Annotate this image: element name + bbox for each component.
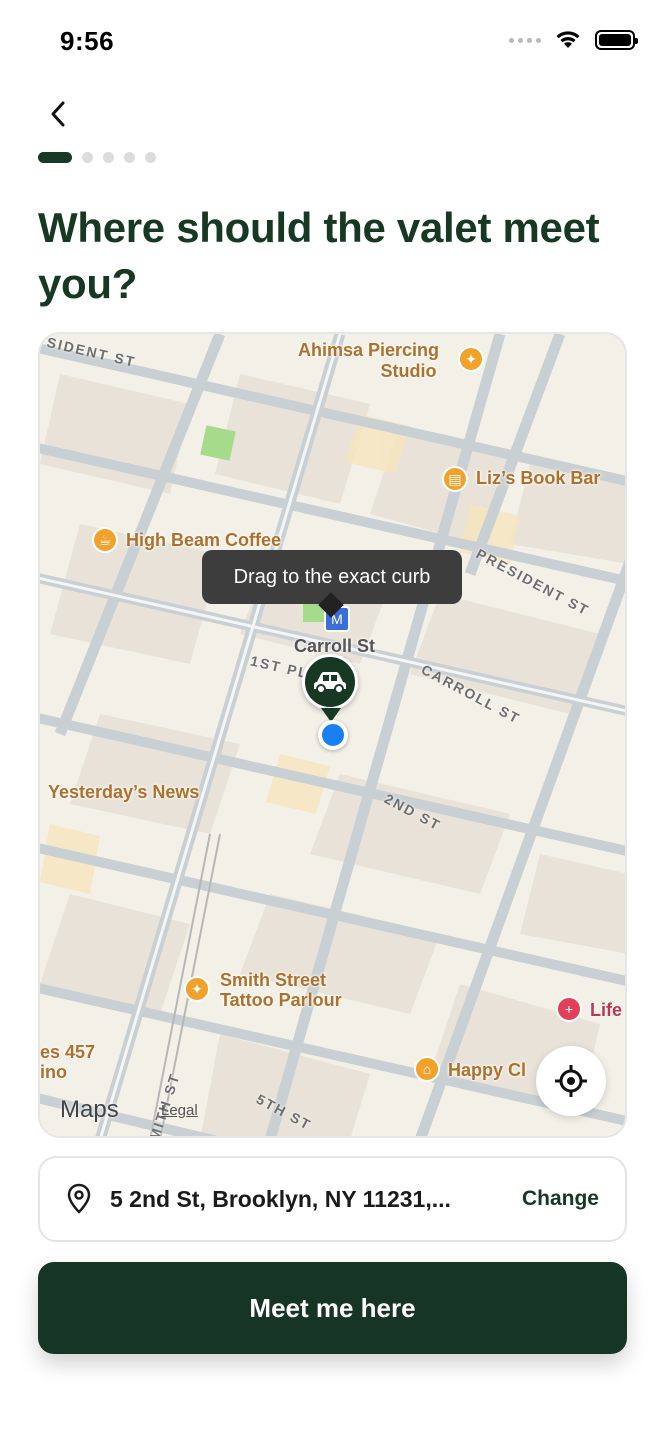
poi-life[interactable]: Life <box>590 1000 622 1021</box>
poi-lizs-book-bar[interactable]: Liz’s Book Bar <box>476 468 600 489</box>
tattoo-icon: ✦ <box>458 346 484 372</box>
status-icons <box>509 30 638 50</box>
chevron-left-icon <box>51 101 65 127</box>
location-pin-icon <box>67 1183 91 1214</box>
address-field[interactable]: 5 2nd St, Brooklyn, NY 11231,... Change <box>38 1156 627 1242</box>
progress-step <box>82 152 93 163</box>
progress-step <box>124 152 135 163</box>
map-view[interactable]: SIDENT ST PRESIDENT ST 1ST PL CARROLL ST… <box>38 332 627 1138</box>
poi-ahimsa-piercing[interactable]: Ahimsa Piercing Studio <box>298 340 439 382</box>
address-text: 5 2nd St, Brooklyn, NY 11231,... <box>110 1185 451 1212</box>
drag-tooltip: Drag to the exact curb <box>202 550 462 604</box>
poi-high-beam-coffee[interactable]: High Beam Coffee <box>126 530 281 551</box>
status-time: 9:56 <box>60 26 115 56</box>
cellular-signal-icon <box>509 37 541 43</box>
step-progress-indicator <box>38 152 156 163</box>
legal-link[interactable]: Legal <box>161 1102 198 1119</box>
poi-es-457[interactable]: es 457 ino <box>40 1042 95 1082</box>
status-bar: 9:56 <box>0 0 665 86</box>
change-address-button[interactable]: Change <box>522 1187 599 1211</box>
crosshair-icon <box>555 1065 587 1097</box>
valet-pin[interactable] <box>302 654 358 710</box>
progress-step <box>145 152 156 163</box>
recenter-button[interactable] <box>536 1046 606 1116</box>
meet-me-here-button[interactable]: Meet me here <box>38 1262 627 1354</box>
car-icon <box>314 672 346 694</box>
back-button[interactable] <box>38 94 78 134</box>
maps-logo: Maps <box>60 1096 119 1123</box>
progress-step <box>103 152 114 163</box>
poi-smith-street-tattoo[interactable]: Smith Street Tattoo Parlour <box>220 970 342 1010</box>
clothing-icon: ⌂ <box>414 1056 440 1082</box>
battery-icon <box>595 30 638 50</box>
tattoo-icon: ✦ <box>184 976 210 1002</box>
coffee-icon: ☕ <box>92 527 118 553</box>
poi-happy-cl[interactable]: Happy Cl <box>448 1060 526 1081</box>
user-location-dot <box>318 720 348 750</box>
poi-yesterdays-news[interactable]: Yesterday’s News <box>48 782 199 803</box>
book-icon: ▤ <box>442 466 468 492</box>
progress-step-active <box>38 152 72 163</box>
page-title: Where should the valet meet you? <box>38 204 600 307</box>
pharmacy-icon: + <box>556 996 582 1022</box>
wifi-icon <box>556 31 580 48</box>
